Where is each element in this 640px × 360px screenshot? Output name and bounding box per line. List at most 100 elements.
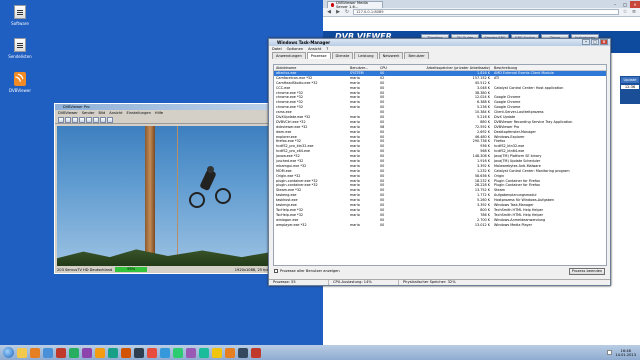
rope (177, 126, 178, 267)
all-users-checkbox[interactable]: Prozesse aller Benutzer anzeigen (274, 269, 340, 273)
status-process-count: Prozesse: 55 (269, 280, 329, 285)
browser-titlebar: DVBViewer Media Server 1.6... – □ × (323, 0, 640, 9)
wooden-pole (145, 126, 155, 267)
action-center-icon[interactable] (607, 350, 613, 355)
desktop-icon-label: Sendelisten (8, 54, 32, 59)
minimize-icon[interactable]: – (610, 1, 620, 8)
taskmgr-statusbar: Prozesse: 55 CPU-Auslastung: 14% Physika… (269, 279, 610, 285)
app-icon[interactable] (186, 347, 196, 358)
dvbviewer-icon (14, 72, 26, 86)
col-header-name[interactable]: Abbildname (274, 65, 350, 70)
tab-leistung[interactable]: Leistung (354, 52, 378, 59)
toolbar-button[interactable] (100, 116, 106, 123)
app-icon[interactable] (69, 347, 79, 358)
browser-tab[interactable]: DVBViewer Media Server 1.6... (327, 0, 383, 9)
wrench-icon[interactable]: ≡ (631, 9, 637, 15)
menu-bild[interactable]: Bild (98, 110, 105, 116)
url-input[interactable]: 127.0.0.1:8089 (353, 9, 619, 15)
process-description: Windows Media Player (494, 222, 533, 227)
app-icon[interactable] (108, 347, 118, 358)
tab-netzwerk[interactable]: Netzwerk (378, 52, 404, 59)
signal-meter: 95% (115, 267, 148, 272)
address-bar: ◀ ▶ ↻ 127.0.0.1:8089 ☆ ≡ (323, 8, 640, 17)
desktop-icon-label: Software (11, 21, 29, 26)
app-icon[interactable] (82, 347, 92, 358)
menu-einstellungen[interactable]: Einstellungen (127, 110, 151, 116)
menu-hilfe[interactable]: Hilfe (155, 110, 163, 116)
app-icon[interactable] (160, 347, 170, 358)
toolbar-button[interactable] (65, 116, 71, 123)
app-icon[interactable] (147, 347, 157, 358)
app-icon[interactable] (199, 347, 209, 358)
task-manager-window: Windows Task-Manager – □ × Datei Optione… (268, 38, 611, 286)
desktop-icon-dvbviewer[interactable]: DVBViewer (8, 72, 32, 93)
tab-title: DVBViewer Media Server 1.6... (336, 0, 368, 9)
system-tray: 16:48 14.01.2013 (607, 349, 640, 357)
star-icon[interactable]: ☆ (622, 9, 628, 15)
all-users-label: Prozesse aller Benutzer anzeigen (280, 269, 340, 273)
menu-dvbviewer[interactable]: DVBViewer (58, 110, 78, 116)
back-icon[interactable]: ◀ (326, 9, 332, 15)
toolbar-button[interactable] (58, 116, 64, 123)
reload-icon[interactable]: ↻ (344, 9, 350, 15)
col-header-cpu[interactable]: CPU (380, 65, 394, 70)
start-button[interactable] (3, 347, 14, 358)
status-memory: Physikalischer Speicher: 32% (403, 280, 456, 284)
app-icon[interactable] (238, 347, 248, 358)
menu-sender[interactable]: Sender (82, 110, 95, 116)
update-button[interactable]: Update (621, 77, 639, 83)
window-controls: – □ × (582, 39, 608, 45)
toolbar-button[interactable] (72, 116, 78, 123)
explorer-icon[interactable] (17, 347, 27, 358)
rider-helmet (207, 166, 214, 173)
minimize-icon[interactable]: – (582, 39, 590, 45)
close-icon[interactable]: × (600, 39, 608, 45)
app-icon[interactable] (43, 347, 53, 358)
process-rows: atieclxx.exe SYSTEM 00 1.816 K AMD External … (274, 71, 606, 228)
document-icon (14, 38, 26, 52)
maximize-icon[interactable]: □ (591, 39, 599, 45)
app-icon[interactable] (134, 347, 144, 358)
app-icon[interactable] (95, 347, 105, 358)
taskmgr-title: Windows Task-Manager (277, 40, 331, 45)
col-header-user[interactable]: Benutzer... (350, 65, 380, 70)
tray-clock[interactable]: 16:48 14.01.2013 (615, 349, 636, 357)
dvb-side-panel: Update 12:36 (620, 76, 640, 104)
desktop-icon-software[interactable]: Software (8, 5, 32, 26)
process-cpu: 00 (380, 222, 385, 227)
table-row[interactable]: wmplayer.exe *32 mario 00 13.012 K Windows M… (274, 223, 606, 228)
app-icon[interactable] (212, 347, 222, 358)
app-icon[interactable] (173, 347, 183, 358)
favicon-icon (331, 2, 335, 7)
app-icon[interactable] (56, 347, 66, 358)
process-name: wmplayer.exe *32 (276, 222, 307, 227)
tab-prozesse[interactable]: Prozesse (306, 52, 331, 59)
process-user: mario (350, 222, 360, 227)
toolbar-button[interactable] (107, 116, 113, 123)
status-cpu: CPU-Auslastung: 14% (329, 280, 399, 285)
tray-date: 14.01.2013 (615, 352, 636, 357)
col-header-memory[interactable]: Arbeitsspeicher (privater Arbeitssatz) (394, 65, 494, 70)
taskmgr-tabs: Anwendungen Prozesse Dienste Leistung Ne… (269, 52, 610, 59)
taskbar: 16:48 14.01.2013 (0, 345, 640, 360)
document-icon (14, 5, 26, 19)
app-icon[interactable] (251, 347, 261, 358)
bike-rider (189, 166, 233, 212)
tab-benutzer[interactable]: Benutzer (404, 52, 429, 59)
app-icon[interactable] (225, 347, 235, 358)
forward-icon[interactable]: ▶ (335, 9, 341, 15)
toolbar-button[interactable] (86, 116, 92, 123)
checkbox[interactable] (274, 269, 278, 273)
maximize-icon[interactable]: □ (620, 1, 630, 8)
tab-anwendungen[interactable]: Anwendungen (272, 52, 306, 59)
toolbar-button[interactable] (79, 116, 85, 123)
tab-dienste[interactable]: Dienste (331, 52, 354, 59)
desktop-icon-sendelisten[interactable]: Sendelisten (8, 38, 32, 59)
col-header-description[interactable]: Beschreibung (494, 65, 606, 70)
toolbar-button[interactable] (93, 116, 99, 123)
end-process-button[interactable]: Prozess beenden (569, 268, 605, 275)
firefox-icon[interactable] (30, 347, 40, 358)
app-icon[interactable] (121, 347, 131, 358)
menu-ansicht[interactable]: Ansicht (109, 110, 122, 116)
close-icon[interactable]: × (630, 0, 640, 8)
